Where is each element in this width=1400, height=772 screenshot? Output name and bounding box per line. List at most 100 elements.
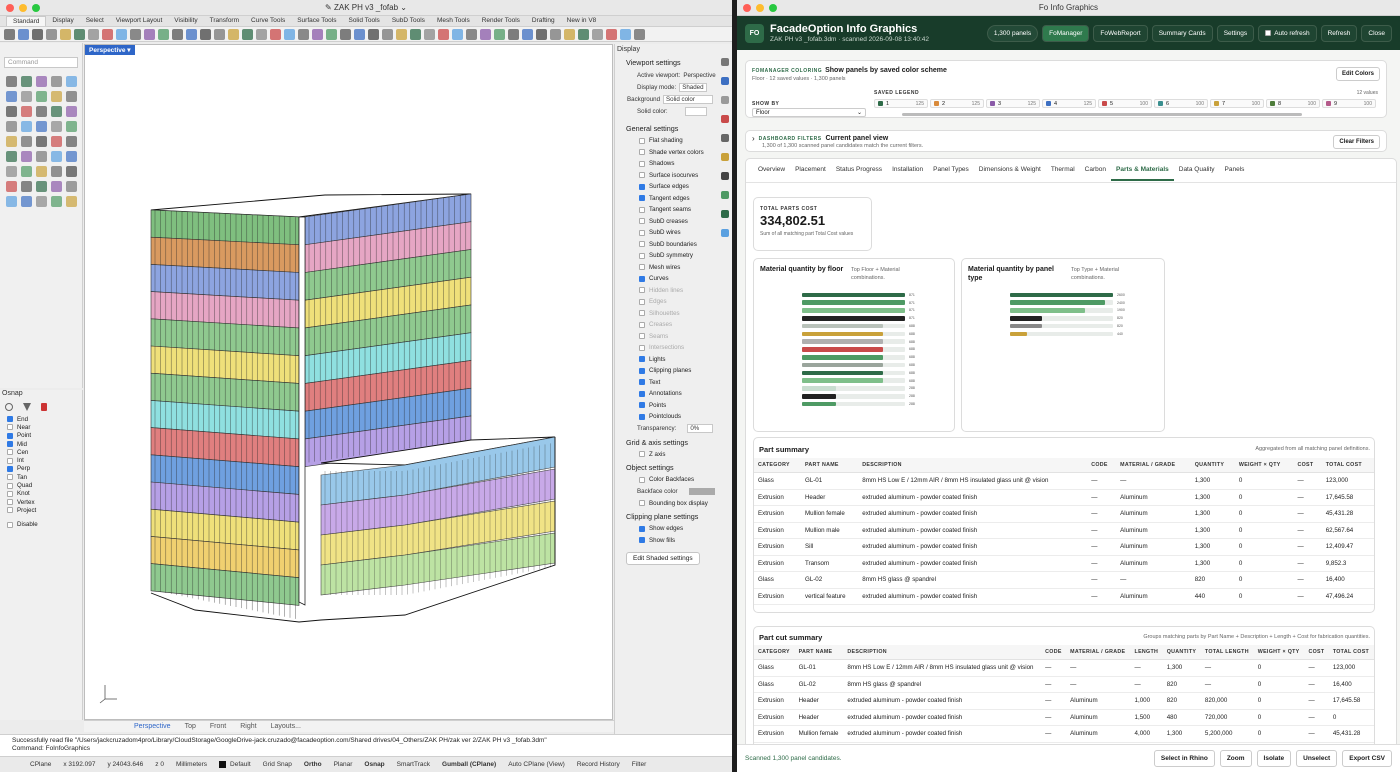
general-setting[interactable]: Seams bbox=[615, 331, 732, 343]
palette-tool-icon[interactable] bbox=[6, 106, 17, 117]
section-tab[interactable]: Installation bbox=[887, 164, 928, 181]
palette-tool-icon[interactable] bbox=[66, 76, 77, 87]
summary-cards-button[interactable]: Summary Cards bbox=[1151, 24, 1213, 42]
palette-tool-icon[interactable] bbox=[51, 76, 62, 87]
toolbar-tool-icon[interactable] bbox=[536, 28, 547, 40]
table-row[interactable]: Glass GL-02 8mm HS glass @ spandrel — —820 0—… bbox=[754, 571, 1374, 589]
palette-tool-icon[interactable] bbox=[51, 106, 62, 117]
checkbox[interactable] bbox=[639, 333, 645, 340]
palette-tool-icon[interactable] bbox=[66, 196, 77, 207]
toolbar-tool-icon[interactable] bbox=[452, 28, 463, 40]
osnap-item[interactable]: Tan bbox=[0, 473, 82, 481]
color-wheel-icon[interactable] bbox=[721, 191, 729, 199]
checkbox[interactable] bbox=[7, 499, 13, 506]
toolbar-tool-icon[interactable] bbox=[592, 28, 603, 40]
toolbar-tab[interactable]: Curve Tools bbox=[245, 16, 291, 26]
palette-tool-icon[interactable] bbox=[36, 136, 47, 147]
checkbox[interactable] bbox=[639, 252, 645, 259]
zoom-dot-icon[interactable] bbox=[32, 4, 40, 12]
toolbar-tool-icon[interactable] bbox=[424, 28, 435, 40]
render-icon[interactable] bbox=[721, 134, 729, 142]
table-row[interactable]: Glass GL-01 8mm HS Low E / 12mm AIR / 8mm … bbox=[754, 472, 1374, 490]
general-setting[interactable]: Shade vertex colors bbox=[615, 147, 732, 159]
palette-tool-icon[interactable] bbox=[36, 91, 47, 102]
osnap-item[interactable]: Cen bbox=[0, 448, 82, 456]
toolbar-tool-icon[interactable] bbox=[578, 28, 589, 40]
fomanager-button[interactable]: FoManager bbox=[1042, 24, 1090, 42]
environment-icon[interactable] bbox=[721, 153, 729, 161]
osnap-item[interactable]: Int bbox=[0, 456, 82, 464]
palette-tool-icon[interactable] bbox=[21, 91, 32, 102]
chevron-right-icon[interactable]: › bbox=[752, 134, 755, 143]
toolbar-tab[interactable]: Transform bbox=[204, 16, 245, 26]
section-tab[interactable]: Carbon bbox=[1080, 164, 1111, 181]
checkbox[interactable] bbox=[639, 160, 645, 167]
palette-tool-icon[interactable] bbox=[6, 196, 17, 207]
osnap-disable[interactable]: Disable bbox=[0, 521, 82, 529]
osnap-item[interactable]: Project bbox=[0, 506, 82, 514]
general-setting[interactable]: SubD boundaries bbox=[615, 239, 732, 251]
toolbar-tool-icon[interactable] bbox=[354, 28, 365, 40]
toolbar-tool-icon[interactable] bbox=[410, 28, 421, 40]
general-setting[interactable]: Silhouettes bbox=[615, 308, 732, 320]
toolbar-tool-icon[interactable] bbox=[606, 28, 617, 40]
checkbox[interactable] bbox=[639, 451, 645, 458]
palette-tool-icon[interactable] bbox=[36, 151, 47, 162]
table-row[interactable]: Extrusion Header extruded aluminum - powde… bbox=[754, 692, 1374, 710]
toolbar-tool-icon[interactable] bbox=[200, 28, 211, 40]
general-setting[interactable]: Edges bbox=[615, 296, 732, 308]
general-setting[interactable]: Lights bbox=[615, 354, 732, 366]
footer-button[interactable]: Isolate bbox=[1256, 750, 1292, 767]
section-tab[interactable]: Placement bbox=[790, 164, 831, 181]
palette-tool-icon[interactable] bbox=[51, 91, 62, 102]
checkbox[interactable] bbox=[639, 298, 645, 305]
viewport-tab[interactable]: Top bbox=[185, 723, 196, 730]
palette-tool-icon[interactable] bbox=[6, 121, 17, 132]
window-controls[interactable] bbox=[6, 4, 40, 12]
palette-tool-icon[interactable] bbox=[66, 136, 77, 147]
checkbox[interactable] bbox=[639, 367, 645, 374]
toolbar-tool-icon[interactable] bbox=[32, 28, 43, 40]
layer-indicator[interactable]: Default bbox=[219, 760, 251, 768]
checkbox[interactable] bbox=[7, 490, 13, 497]
toolbar-tool-icon[interactable] bbox=[368, 28, 379, 40]
osnap-item[interactable]: End bbox=[0, 415, 82, 423]
checkbox[interactable] bbox=[7, 424, 13, 431]
layers-icon[interactable] bbox=[721, 96, 729, 104]
sun-icon[interactable] bbox=[721, 229, 729, 237]
general-setting[interactable]: Clipping planes bbox=[615, 365, 732, 377]
checkbox[interactable] bbox=[639, 206, 645, 213]
viewport-tab[interactable]: Right bbox=[240, 723, 256, 730]
general-setting[interactable]: Intersections bbox=[615, 342, 732, 354]
table-row[interactable]: Extrusion Sill extruded aluminum - powder … bbox=[754, 538, 1374, 556]
viewport-tab[interactable]: Perspective bbox=[134, 723, 171, 730]
general-setting[interactable]: SubD creases bbox=[615, 216, 732, 228]
footer-button[interactable]: Unselect bbox=[1296, 750, 1338, 767]
material-icon[interactable] bbox=[721, 115, 729, 123]
osnap-item[interactable]: Vertex bbox=[0, 498, 82, 506]
toolbar-tool-icon[interactable] bbox=[284, 28, 295, 40]
toolbar-tool-icon[interactable] bbox=[550, 28, 561, 40]
toolbar-tab[interactable]: Display bbox=[46, 16, 79, 26]
palette-tool-icon[interactable] bbox=[51, 121, 62, 132]
legend-chip[interactable]: 3 125 bbox=[986, 99, 1040, 108]
checkbox[interactable] bbox=[1265, 30, 1272, 36]
status-toggle[interactable]: Ortho bbox=[304, 761, 322, 768]
color-backfaces-checkbox[interactable]: Color Backfaces bbox=[615, 474, 732, 486]
close-button[interactable]: Close bbox=[1361, 24, 1392, 42]
toolbar-tool-icon[interactable] bbox=[480, 28, 491, 40]
palette-tool-icon[interactable] bbox=[36, 196, 47, 207]
checkbox[interactable] bbox=[7, 432, 13, 439]
palette-tool-icon[interactable] bbox=[21, 151, 32, 162]
footer-button[interactable]: Export CSV bbox=[1342, 750, 1392, 767]
palette-tool-icon[interactable] bbox=[21, 166, 32, 177]
toolbar-tool-icon[interactable] bbox=[18, 28, 29, 40]
close-dot-icon[interactable] bbox=[743, 4, 751, 12]
section-tab[interactable]: Status Progress bbox=[831, 164, 887, 181]
toolbar-tab[interactable]: Surface Tools bbox=[291, 16, 342, 26]
checkbox[interactable] bbox=[639, 264, 645, 271]
general-setting[interactable]: Text bbox=[615, 377, 732, 389]
general-setting[interactable]: Surface isocurves bbox=[615, 170, 732, 182]
palette-tool-icon[interactable] bbox=[36, 121, 47, 132]
palette-tool-icon[interactable] bbox=[51, 136, 62, 147]
